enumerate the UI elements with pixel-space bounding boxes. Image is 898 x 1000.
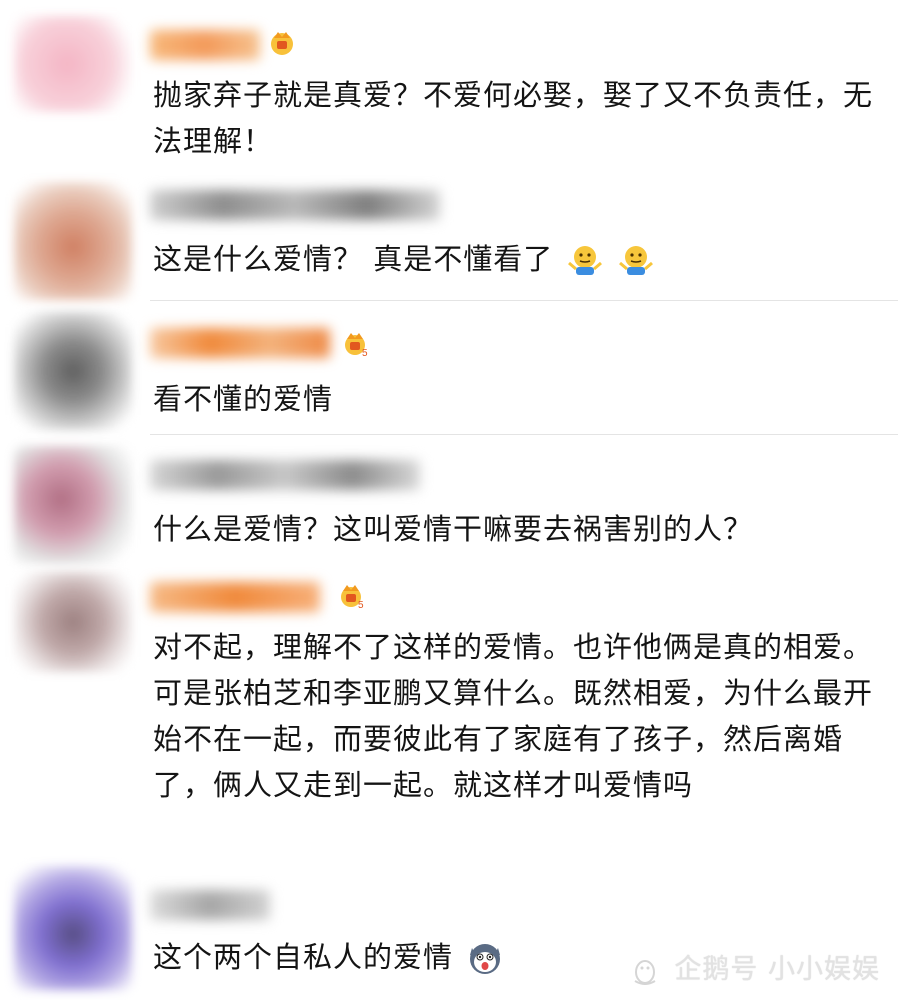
avatar[interactable]: [14, 16, 132, 112]
shrug-emoji-icon: [568, 246, 603, 275]
comment-text: 这个两个自私人的爱情: [153, 940, 454, 974]
watermark: 企鹅号 小小娱娱: [631, 947, 880, 986]
divider: [150, 300, 898, 301]
vip-crown-5-icon: 5: [341, 585, 364, 610]
watermark-text: 企鹅号 小小娱娱: [674, 954, 880, 985]
username-blurred[interactable]: [150, 30, 260, 60]
avatar[interactable]: [14, 446, 132, 564]
comment-text: 什么是爱情？这叫爱情干嘛要去祸害别的人？: [153, 512, 754, 546]
svg-text:5: 5: [358, 600, 364, 610]
avatar[interactable]: [14, 312, 132, 430]
comment-text-row: 这是什么爱情？ 真是不懂看了: [153, 236, 873, 282]
username-blurred[interactable]: [150, 582, 320, 612]
comment-text: 对不起，理解不了这样的爱情。也许他俩是真的相爱。可是张柏芝和李亚鹏又算什么。既然…: [153, 630, 874, 802]
svg-text:5: 5: [362, 348, 368, 358]
comment-text: 看不懂的爱情: [153, 382, 334, 416]
vip-crown-icon: [271, 32, 293, 55]
username-blurred[interactable]: [150, 890, 270, 920]
username-blurred[interactable]: [150, 190, 440, 220]
shrug-emoji-icon: [618, 246, 653, 275]
comment-text: 这是什么爱情？ 真是不懂看了: [153, 242, 554, 276]
username-blurred[interactable]: [150, 460, 420, 490]
husky-emoji-icon: [470, 944, 501, 974]
avatar[interactable]: [14, 866, 132, 990]
avatar[interactable]: [14, 572, 132, 672]
divider: [150, 434, 898, 435]
penguin-logo-icon: [634, 959, 656, 985]
vip-crown-5-icon: 5: [345, 333, 368, 358]
comment-text: 抛家弃子就是真爱？不爱何必娶，娶了又不负责任，无法理解！: [153, 78, 874, 158]
username-blurred[interactable]: [150, 328, 330, 358]
avatar[interactable]: [14, 182, 132, 300]
